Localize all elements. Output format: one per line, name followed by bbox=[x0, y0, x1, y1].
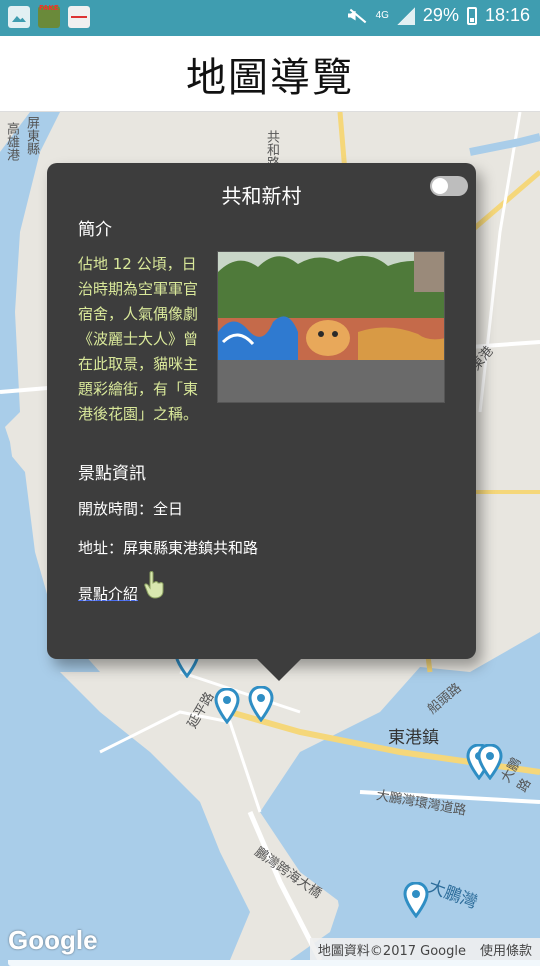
notification-icons bbox=[8, 4, 540, 966]
network-type: 4G bbox=[375, 9, 389, 21]
map-label-donggang-town: 東港鎮 bbox=[388, 728, 439, 748]
info-heading: 景點資訊 bbox=[78, 464, 146, 484]
intro-heading: 簡介 bbox=[78, 220, 112, 240]
map-pin-icon[interactable] bbox=[403, 882, 429, 918]
map-label-pingtung: 屏東縣 bbox=[24, 116, 39, 155]
status-bar: 4G 29% 18:16 bbox=[0, 0, 540, 966]
poi-title: 共和新村 bbox=[221, 184, 302, 208]
poi-info-window[interactable]: 共和新村 簡介 佔地 12 公頃，日治時期為空軍軍官宿舍，人氣偶像劇《波麗士大人… bbox=[47, 163, 476, 681]
info-window-pointer bbox=[257, 659, 301, 681]
mute-icon bbox=[346, 7, 368, 25]
map-pin-icon[interactable] bbox=[248, 686, 274, 722]
google-logo: Google bbox=[8, 925, 98, 955]
poi-photo bbox=[217, 251, 445, 403]
clock: 18:16 bbox=[484, 5, 530, 25]
toggle-switch[interactable] bbox=[430, 176, 468, 196]
activity-notification-icon bbox=[68, 6, 90, 28]
map-data-credit: 地圖資料©2017 Google bbox=[317, 943, 466, 959]
address: 地址：屏東縣東港鎮共和路 bbox=[78, 539, 259, 557]
opening-hours: 開放時間：全日 bbox=[78, 500, 184, 518]
system-indicators: 4G 29% 18:16 bbox=[346, 5, 530, 26]
intro-text: 佔地 12 公頃，日治時期為空軍軍官宿舍，人氣偶像劇《波麗士大人》曾在此取景，貓… bbox=[78, 255, 199, 423]
attraction-intro-link[interactable]: 景點介紹 bbox=[78, 583, 138, 604]
app-header: 地圖導覽 bbox=[0, 36, 540, 112]
battery-percent: 29% bbox=[422, 5, 459, 25]
battery-icon bbox=[466, 6, 477, 25]
map-pin-icon[interactable] bbox=[214, 688, 240, 724]
map-attribution: 地圖資料©2017 Google 使用條款 bbox=[309, 938, 540, 960]
terms-link[interactable]: 使用條款 bbox=[480, 940, 532, 959]
pointing-hand-icon bbox=[144, 571, 164, 599]
map-label-kaohsiung: 高雄港 bbox=[4, 122, 19, 161]
map-pin-icon[interactable] bbox=[477, 744, 503, 780]
signal-icon bbox=[396, 6, 415, 25]
image-notification-icon bbox=[8, 6, 30, 28]
page-title: 地圖導覽 bbox=[186, 54, 354, 101]
fake-gps-notification-icon bbox=[38, 4, 60, 28]
